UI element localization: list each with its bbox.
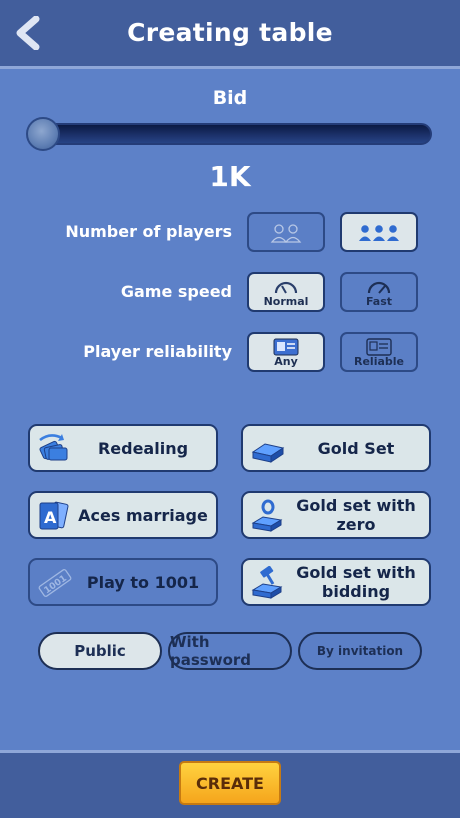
access-by-invitation-pill[interactable]: By invitation bbox=[298, 632, 422, 670]
speed-fast-label: Fast bbox=[365, 295, 393, 308]
two-players-option[interactable] bbox=[247, 212, 325, 252]
reliability-reliable-label: Reliable bbox=[354, 355, 404, 368]
gold-bar-gavel-icon bbox=[251, 566, 283, 599]
gold-set-with-bidding-toggle[interactable]: Gold set with bidding bbox=[241, 558, 431, 606]
speedometer-normal-icon bbox=[274, 281, 298, 294]
bid-slider-handle[interactable] bbox=[26, 117, 60, 151]
access-with-password-pill[interactable]: With password bbox=[168, 632, 292, 670]
cards-redeal-icon bbox=[39, 434, 68, 461]
reliability-reliable-option[interactable]: Reliable bbox=[340, 332, 418, 372]
page-title: Creating table bbox=[127, 18, 333, 47]
svg-text:1001: 1001 bbox=[43, 574, 69, 597]
ace-cards-icon: A bbox=[39, 501, 69, 530]
speed-fast-option[interactable]: Fast bbox=[340, 272, 418, 312]
gold-set-label: Gold Set bbox=[317, 438, 395, 458]
bid-label: Bid bbox=[212, 87, 248, 109]
gold-set-with-zero-toggle[interactable]: Gold set with zero bbox=[241, 491, 431, 539]
bid-value: 1K bbox=[209, 160, 251, 193]
three-players-option[interactable] bbox=[340, 212, 418, 252]
player-card-icon bbox=[273, 338, 299, 356]
three-players-icon bbox=[359, 225, 399, 241]
bid-slider-track[interactable] bbox=[30, 123, 432, 145]
reliability-any-label: Any bbox=[274, 355, 298, 368]
play-to-1001-label: Play to 1001 bbox=[86, 572, 200, 592]
create-button[interactable]: CREATE bbox=[179, 761, 281, 805]
svg-text:A: A bbox=[44, 508, 57, 527]
gold-bar-icon bbox=[251, 443, 285, 463]
aces-marriage-toggle[interactable]: A Aces marriage bbox=[28, 491, 218, 539]
speedometer-fast-icon bbox=[367, 281, 391, 294]
play-to-1001-icon: 1001 bbox=[38, 569, 72, 597]
gold-set-toggle[interactable]: Gold Set bbox=[241, 424, 431, 472]
gold-set-with-bidding-label: Gold set with bidding bbox=[296, 563, 416, 601]
header-bar: Creating table bbox=[0, 0, 460, 69]
speed-normal-label: Normal bbox=[263, 295, 309, 308]
reliability-label: Player reliability bbox=[83, 342, 232, 361]
reliability-any-option[interactable]: Any bbox=[247, 332, 325, 372]
redealing-toggle[interactable]: Redealing bbox=[28, 424, 218, 472]
access-public-pill[interactable]: Public bbox=[38, 632, 162, 670]
redealing-label: Redealing bbox=[97, 438, 189, 458]
speed-normal-option[interactable]: Normal bbox=[247, 272, 325, 312]
gold-set-with-zero-label: Gold set with zero bbox=[296, 496, 416, 534]
aces-marriage-label: Aces marriage bbox=[78, 505, 208, 525]
players-label: Number of players bbox=[65, 222, 232, 241]
certificate-icon bbox=[366, 338, 392, 356]
speed-label: Game speed bbox=[120, 282, 232, 301]
gold-bar-zero-icon bbox=[251, 499, 283, 532]
play-to-1001-toggle[interactable]: 1001 Play to 1001 bbox=[28, 558, 218, 606]
two-players-icon bbox=[270, 224, 302, 243]
